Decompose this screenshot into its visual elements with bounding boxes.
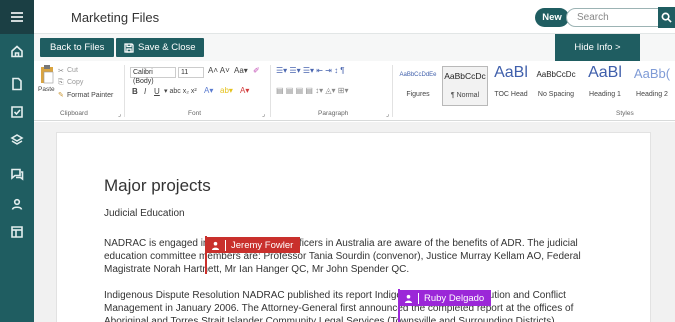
save-icon xyxy=(124,42,134,53)
style-sample: AaBbCcDc xyxy=(444,71,486,81)
menu-button[interactable] xyxy=(0,0,34,34)
file-icon xyxy=(12,77,22,90)
style-sample: AaBl xyxy=(588,64,622,81)
list-icons[interactable]: ☰▾ ☰▾ ☰▾ ⇤ ⇥ ↕ ¶ xyxy=(276,66,345,75)
style-name: Figures xyxy=(406,91,430,98)
styles-group-label: Styles xyxy=(616,110,634,117)
copy-icon: ⎘ xyxy=(58,79,64,86)
text-effects-icon[interactable]: A▾ xyxy=(204,86,213,95)
save-close-button[interactable]: Save & Close xyxy=(116,38,204,57)
font-launcher-icon[interactable]: ⌟ xyxy=(262,110,265,118)
bold-button[interactable]: B xyxy=(132,87,138,96)
collaborator-tag: Jeremy Fowler xyxy=(205,237,301,253)
collaborator-name: Jeremy Fowler xyxy=(231,239,294,251)
style-name: Heading 2 xyxy=(636,91,668,98)
nav-layout[interactable] xyxy=(0,217,34,246)
document-paragraph: NADRAC is engaged in educating judicial … xyxy=(104,238,581,275)
collaborator-name: Ruby Delgado xyxy=(424,292,485,304)
style-heading-2[interactable]: AaBb( Heading 2 xyxy=(630,66,674,106)
nav-chat[interactable] xyxy=(0,159,34,188)
edit-check-icon xyxy=(11,105,23,118)
style-name: Heading 1 xyxy=(589,91,621,98)
style-no-spacing[interactable]: AaBbCcDc No Spacing xyxy=(532,66,580,106)
font-color-icon[interactable]: A▾ xyxy=(240,86,249,95)
style-name: TOC Head xyxy=(494,91,528,98)
action-bar: Back to Files Save & Close Hide Info > xyxy=(34,34,675,61)
paste-button[interactable]: Paste xyxy=(38,86,55,93)
nav-tasks[interactable] xyxy=(0,97,34,126)
clear-format-icon[interactable]: ✐ xyxy=(253,66,260,75)
style-sample: AaBb( xyxy=(633,66,671,81)
document-paragraph: Indigenous Dispute Resolution NADRAC pub… xyxy=(104,290,574,322)
style-sample: AaBl xyxy=(494,64,528,81)
italic-button[interactable]: I xyxy=(144,87,146,96)
new-button[interactable]: New xyxy=(535,8,569,27)
format-painter-button[interactable]: Format Painter xyxy=(67,92,113,99)
copy-button[interactable]: Copy xyxy=(67,79,83,86)
home-icon xyxy=(11,44,23,57)
save-close-label: Save & Close xyxy=(138,42,196,53)
style-name: No Spacing xyxy=(537,91,575,98)
document-workspace: Major projects Judicial Education NADRAC… xyxy=(34,122,675,322)
chat-icon xyxy=(11,168,24,181)
document-subheading: Judicial Education xyxy=(104,208,185,219)
change-case-icon[interactable]: Aa▾ xyxy=(234,66,248,75)
divider xyxy=(225,239,226,251)
divider xyxy=(418,292,419,304)
left-nav xyxy=(0,0,34,322)
ribbon: Paste ✂ Cut ⎘ Copy ✎ Format Painter Clip… xyxy=(34,61,675,121)
style-toc-head[interactable]: AaBl TOC Head xyxy=(490,64,532,106)
top-bar: Marketing Files New xyxy=(34,0,675,34)
style-heading-1[interactable]: AaBl Heading 1 xyxy=(582,64,628,106)
clipboard-launcher-icon[interactable]: ⌟ xyxy=(118,110,121,118)
document-title: Marketing Files xyxy=(71,10,160,25)
cut-icon: ✂ xyxy=(58,68,64,75)
font-group-label: Font xyxy=(188,110,202,117)
paragraph-launcher-icon[interactable]: ⌟ xyxy=(386,110,389,118)
format-painter-icon: ✎ xyxy=(58,92,64,99)
align-icons[interactable]: ▤ ▤ ▤ ▤ ↕▾ ◬▾ ⊞▾ xyxy=(276,86,348,95)
style-name: ¶ Normal xyxy=(450,92,480,99)
search-icon xyxy=(661,12,672,23)
font-size-select[interactable]: 11 xyxy=(178,67,204,78)
nav-files[interactable] xyxy=(0,69,34,98)
search-button[interactable] xyxy=(658,7,675,28)
hide-info-button[interactable]: Hide Info > xyxy=(555,34,640,61)
hamburger-icon xyxy=(11,12,23,22)
font-grow-shrink-icons[interactable]: A˄ A˅ xyxy=(208,66,230,75)
layout-icon xyxy=(11,225,23,238)
style-figures[interactable]: AaBbCcDdEe Figures xyxy=(396,66,440,106)
style-sample: AaBbCcDc xyxy=(536,70,576,79)
user-icon xyxy=(11,198,23,210)
style-sample: AaBbCcDdEe xyxy=(399,72,437,78)
document-heading: Major projects xyxy=(104,176,211,195)
nav-home[interactable] xyxy=(0,36,34,65)
cut-button[interactable]: Cut xyxy=(67,67,78,74)
nav-layers[interactable] xyxy=(0,125,34,154)
paste-icon[interactable] xyxy=(40,64,54,84)
document-page[interactable]: Major projects Judicial Education NADRAC… xyxy=(56,132,651,322)
collaborator-tag: Ruby Delgado xyxy=(398,290,492,306)
clipboard-group-label: Clipboard xyxy=(60,110,88,117)
paragraph-group-label: Paragraph xyxy=(318,110,349,117)
strike-sub-sup-icons[interactable]: ▾ abc x₂ x² xyxy=(164,87,197,95)
layers-icon xyxy=(10,133,24,145)
user-icon xyxy=(404,294,413,303)
font-family-select[interactable]: Calibri (Body) xyxy=(130,67,176,85)
underline-button[interactable]: U xyxy=(154,87,160,96)
nav-user[interactable] xyxy=(0,189,34,218)
divider xyxy=(392,65,393,117)
highlight-icon[interactable]: ab▾ xyxy=(220,86,233,95)
user-icon xyxy=(211,241,220,250)
divider xyxy=(124,65,125,117)
style-normal[interactable]: AaBbCcDc ¶ Normal xyxy=(442,66,488,106)
divider xyxy=(270,65,271,117)
back-to-files-button[interactable]: Back to Files xyxy=(40,38,115,57)
